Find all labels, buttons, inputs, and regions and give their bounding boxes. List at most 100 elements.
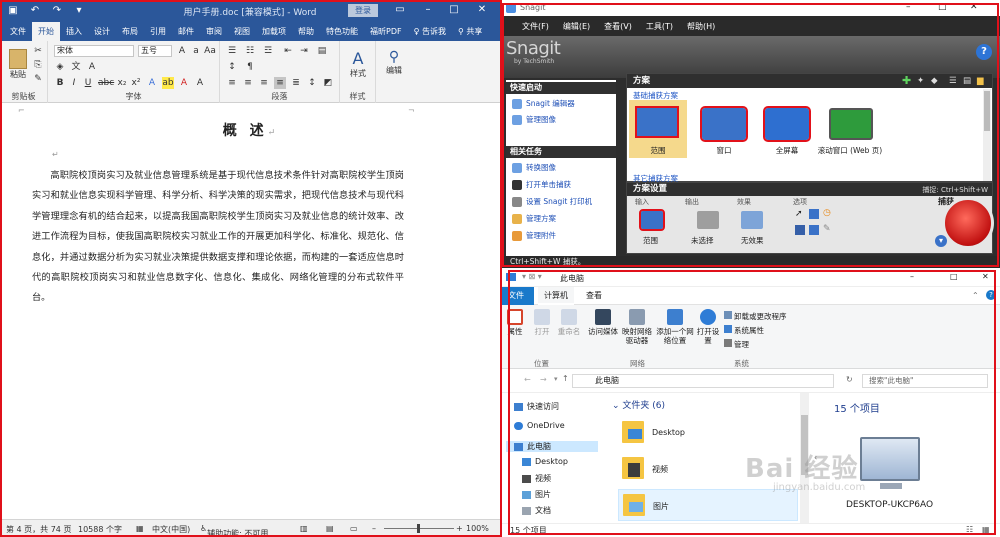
quick-launch-editor[interactable]: Snagit 编辑器: [512, 98, 575, 109]
bullets-icon[interactable]: ☰: [226, 45, 238, 57]
list-view-icon[interactable]: ☰: [949, 74, 957, 88]
maximize-icon[interactable]: □: [938, 2, 947, 12]
uninstall-program-button[interactable]: 卸载或更改程序: [724, 311, 787, 322]
shading-icon[interactable]: ◩: [322, 77, 334, 89]
profile-scrolling-icon[interactable]: [829, 108, 873, 140]
refresh-icon[interactable]: ↻: [846, 375, 853, 384]
save-icon[interactable]: ▣: [6, 5, 20, 16]
profile-tools-icon[interactable]: ◆: [931, 74, 938, 88]
strikethrough-icon[interactable]: abc: [98, 77, 114, 89]
chinese-layout-icon[interactable]: ▤: [316, 45, 328, 57]
proofing-icon[interactable]: ▦: [136, 524, 144, 533]
folder-desktop[interactable]: Desktop: [618, 417, 798, 449]
profiles-scrollbar[interactable]: [983, 89, 991, 181]
zoom-level[interactable]: 100%: [466, 524, 489, 533]
tab-features[interactable]: 特色功能: [320, 22, 364, 41]
link-option-icon[interactable]: [809, 225, 819, 235]
subscript-icon[interactable]: x₂: [116, 77, 128, 89]
open-settings-button[interactable]: 打开设置: [696, 309, 720, 345]
shrink-font-icon[interactable]: a: [190, 45, 202, 57]
large-icons-view-icon[interactable]: ▦: [982, 525, 990, 534]
profile-fullscreen-icon[interactable]: [763, 106, 811, 142]
open-button[interactable]: 打开: [530, 309, 554, 336]
tab-references[interactable]: 引用: [144, 22, 172, 41]
italic-icon[interactable]: I: [68, 77, 80, 89]
align-left-icon[interactable]: ≡: [226, 77, 238, 89]
profile-wizard-icon[interactable]: ✦: [917, 74, 924, 88]
change-case-icon[interactable]: Aa: [204, 45, 216, 57]
close-icon[interactable]: ✕: [474, 4, 490, 15]
access-media-button[interactable]: 访问媒体: [588, 309, 618, 336]
add-profile-icon[interactable]: ✚: [902, 74, 911, 88]
input-region-icon[interactable]: [639, 209, 665, 231]
document-page[interactable]: ⌐ ¬ 概 述↵ ↵ 高职院校顶岗实习及就业信息管理系统是基于现代信息技术条件针…: [0, 104, 502, 519]
underline-icon[interactable]: U: [82, 77, 94, 89]
multi-option-icon[interactable]: [795, 225, 805, 235]
word-count[interactable]: 10588 个字: [78, 524, 122, 535]
tab-view[interactable]: 查看: [580, 287, 608, 305]
minimize-icon[interactable]: –: [906, 2, 911, 12]
nav-desktop[interactable]: Desktop: [522, 457, 568, 466]
language-status[interactable]: 中文(中国): [152, 524, 190, 535]
increase-indent-icon[interactable]: ⇥: [298, 45, 310, 57]
maximize-icon[interactable]: □: [446, 4, 462, 15]
capture-button[interactable]: [942, 197, 994, 249]
menu-edit[interactable]: 编辑(E): [563, 21, 590, 32]
justify-icon[interactable]: ≡: [274, 77, 286, 89]
login-button[interactable]: 登录: [348, 4, 378, 17]
phonetic-guide-icon[interactable]: 文: [70, 61, 82, 73]
nav-onedrive[interactable]: OneDrive: [514, 421, 565, 430]
tab-insert[interactable]: 插入: [60, 22, 88, 41]
text-effects-icon[interactable]: A: [146, 77, 158, 89]
align-center-icon[interactable]: ≡: [242, 77, 254, 89]
tab-computer[interactable]: 计算机: [538, 287, 574, 305]
minimize-icon[interactable]: –: [420, 4, 436, 15]
add-network-location-button[interactable]: 添加一个网络位置: [656, 309, 694, 345]
show-marks-icon[interactable]: ¶: [244, 61, 256, 73]
nav-videos[interactable]: 视频: [522, 473, 551, 484]
sort-icon[interactable]: ↕: [226, 61, 238, 73]
task-one-click[interactable]: 打开单击捕获: [512, 179, 571, 190]
zoom-out-icon[interactable]: –: [372, 524, 376, 533]
folders-section-header[interactable]: ⌄ 文件夹 (6): [612, 398, 665, 411]
tab-foxit-pdf[interactable]: 福昕PDF: [364, 22, 408, 41]
menu-file[interactable]: 文件(F): [522, 21, 549, 32]
multilevel-list-icon[interactable]: ☲: [262, 45, 274, 57]
details-view-icon[interactable]: ☷: [966, 525, 973, 534]
properties-button[interactable]: 属性: [504, 309, 526, 336]
zoom-slider-thumb[interactable]: [417, 524, 420, 533]
customize-qat-icon[interactable]: ▾: [72, 5, 86, 16]
profiles-scrollbar-thumb[interactable]: [984, 91, 990, 131]
menu-tools[interactable]: 工具(T): [646, 21, 673, 32]
close-icon[interactable]: ✕: [982, 272, 989, 281]
maximize-icon[interactable]: □: [950, 272, 958, 281]
preview-option-icon[interactable]: [809, 209, 819, 219]
help-icon[interactable]: ?: [976, 44, 992, 60]
character-shading-icon[interactable]: A: [194, 77, 206, 89]
minimize-icon[interactable]: –: [910, 272, 914, 281]
menu-help[interactable]: 帮助(H): [687, 21, 715, 32]
clear-format-icon[interactable]: ◈: [54, 61, 66, 73]
tell-me[interactable]: ♀ 告诉我: [408, 22, 452, 41]
print-layout-icon[interactable]: ▤: [326, 524, 334, 533]
tab-addins[interactable]: 加载项: [256, 22, 292, 41]
task-manage-profiles[interactable]: 管理方案: [512, 213, 556, 224]
recent-locations-icon[interactable]: ▾: [554, 375, 558, 383]
styles-button[interactable]: A 样式: [344, 49, 372, 79]
read-mode-icon[interactable]: ▥: [300, 524, 308, 533]
zoom-in-icon[interactable]: +: [456, 524, 463, 533]
timer-option-icon[interactable]: ◷: [823, 208, 831, 218]
cursor-option-icon[interactable]: ➚: [795, 209, 803, 219]
nav-this-pc[interactable]: 此电脑: [506, 441, 598, 452]
nav-quick-access[interactable]: 快速访问: [514, 401, 559, 412]
distributed-icon[interactable]: ≣: [290, 77, 302, 89]
paste-button[interactable]: 粘贴: [6, 49, 30, 80]
manage-button[interactable]: 管理: [724, 339, 749, 350]
share-button[interactable]: ⚲ 共享: [452, 22, 488, 41]
collapse-ribbon-icon[interactable]: ⌃: [972, 291, 979, 300]
numbering-icon[interactable]: ☷: [244, 45, 256, 57]
folder-icon[interactable]: ▆: [977, 74, 984, 88]
editing-button[interactable]: ⚲ 编辑: [380, 49, 408, 76]
tab-design[interactable]: 设计: [88, 22, 116, 41]
tab-home[interactable]: 开始: [32, 22, 60, 41]
